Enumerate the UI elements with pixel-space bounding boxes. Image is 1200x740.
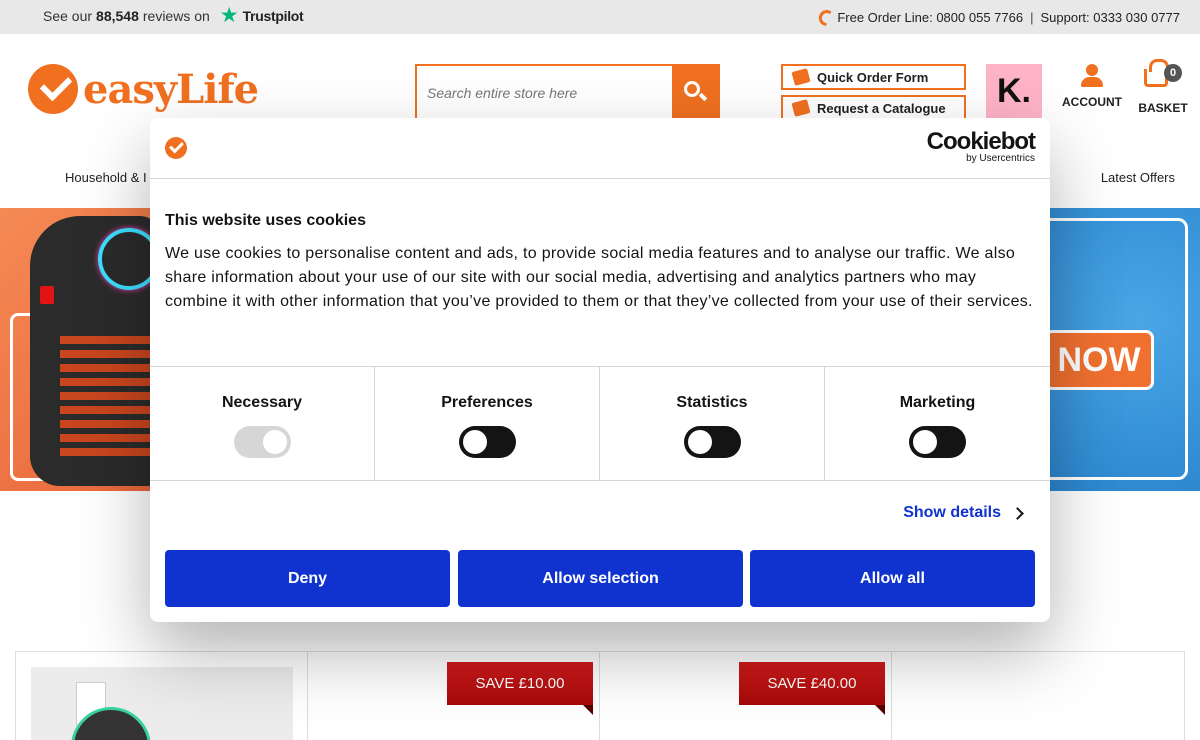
divider xyxy=(150,480,1050,481)
cookie-title: This website uses cookies xyxy=(165,212,366,229)
allow-selection-button[interactable]: Allow selection xyxy=(458,550,743,607)
category-necessary: Necessary xyxy=(150,367,375,480)
category-label: Statistics xyxy=(676,394,748,411)
divider xyxy=(150,178,1050,179)
deny-button[interactable]: Deny xyxy=(165,550,450,607)
category-statistics: Statistics xyxy=(600,367,825,480)
preferences-toggle[interactable] xyxy=(458,426,516,458)
necessary-toggle xyxy=(233,426,291,458)
cookie-categories: Necessary Preferences Statistics Marketi… xyxy=(150,367,1050,480)
category-preferences: Preferences xyxy=(375,367,600,480)
cookiebot-sub: by Usercentrics xyxy=(966,153,1035,164)
category-label: Marketing xyxy=(899,394,976,411)
chevron-right-icon xyxy=(1011,506,1024,520)
cookie-consent-dialog: Cookiebot by Usercentrics This website u… xyxy=(150,118,1050,622)
cookie-description: We use cookies to personalise content an… xyxy=(165,245,1033,310)
category-label: Necessary xyxy=(221,394,303,411)
allow-all-button[interactable]: Allow all xyxy=(750,550,1035,607)
category-label: Preferences xyxy=(441,394,533,411)
cookiebot-brand: Cookiebot xyxy=(926,128,1036,155)
show-details-label: Show details xyxy=(903,504,1001,521)
marketing-toggle[interactable] xyxy=(909,426,966,458)
site-check-icon xyxy=(165,137,187,159)
cookiebot-logo[interactable]: Cookiebot by Usercentrics xyxy=(926,128,1036,164)
show-details-link[interactable]: Show details xyxy=(903,504,1024,522)
category-marketing: Marketing xyxy=(825,367,1050,480)
statistics-toggle[interactable] xyxy=(683,426,741,458)
